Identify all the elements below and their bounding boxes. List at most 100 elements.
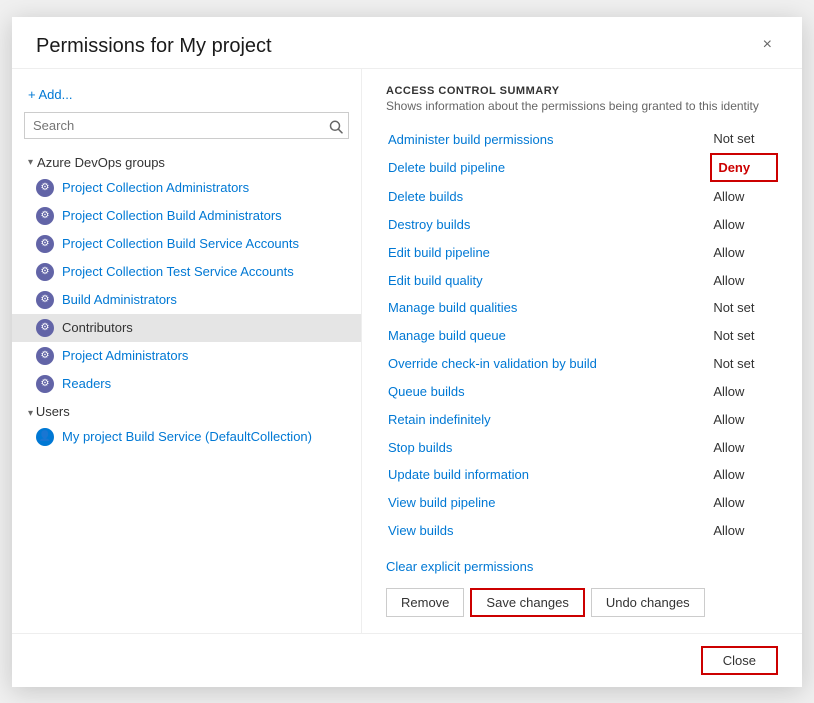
search-container	[12, 112, 361, 149]
group-icon: ⚙	[36, 263, 54, 281]
group-icon: ⚙	[36, 347, 54, 365]
table-row[interactable]: Delete build pipelineDeny	[386, 154, 777, 182]
groups-header-label: Azure DevOps groups	[37, 155, 165, 170]
permission-status: Allow	[711, 489, 777, 517]
permission-status: Not set	[711, 294, 777, 322]
permission-name: Edit build pipeline	[386, 238, 711, 266]
identity-label: My project Build Service (DefaultCollect…	[62, 429, 312, 444]
left-panel: + Add... ▾ Azure DevOps groups ⚙ Project…	[12, 69, 362, 633]
search-icon-button[interactable]	[329, 120, 343, 137]
permission-name: Administer build permissions	[386, 125, 711, 154]
clear-explicit-permissions-link[interactable]: Clear explicit permissions	[386, 559, 778, 574]
access-control-subtitle: Shows information about the permissions …	[386, 99, 778, 113]
table-row[interactable]: Delete buildsAllow	[386, 181, 777, 210]
permissions-table: Administer build permissionsNot setDelet…	[386, 125, 778, 545]
identity-label: Project Collection Build Service Account…	[62, 236, 299, 251]
list-item-build-service[interactable]: 👤 My project Build Service (DefaultColle…	[12, 423, 361, 451]
permission-name: Destroy builds	[386, 211, 711, 239]
permission-status: Allow	[711, 181, 777, 210]
list-item[interactable]: ⚙ Readers	[12, 370, 361, 398]
group-icon: ⚙	[36, 207, 54, 225]
table-row[interactable]: Manage build queueNot set	[386, 322, 777, 350]
table-row[interactable]: Update build informationAllow	[386, 461, 777, 489]
groups-list: ⚙ Project Collection Administrators ⚙ Pr…	[12, 174, 361, 398]
list-item[interactable]: ⚙ Project Collection Administrators	[12, 174, 361, 202]
list-item[interactable]: ⚙ Project Administrators	[12, 342, 361, 370]
permission-status: Not set	[711, 322, 777, 350]
list-item[interactable]: ⚙ Build Administrators	[12, 286, 361, 314]
permission-status: Allow	[711, 377, 777, 405]
dialog-body: + Add... ▾ Azure DevOps groups ⚙ Project…	[12, 69, 802, 633]
group-icon: ⚙	[36, 319, 54, 337]
permission-status: Deny	[711, 154, 777, 182]
users-header-label: Users	[36, 404, 70, 419]
permission-name: View build pipeline	[386, 489, 711, 517]
table-row[interactable]: Stop buildsAllow	[386, 433, 777, 461]
list-item[interactable]: ⚙ Project Collection Build Service Accou…	[12, 230, 361, 258]
permission-name: Retain indefinitely	[386, 405, 711, 433]
identity-label: Project Administrators	[62, 348, 188, 363]
dialog-footer: Close	[12, 633, 802, 687]
identity-label: Build Administrators	[62, 292, 177, 307]
remove-button[interactable]: Remove	[386, 588, 464, 617]
table-row[interactable]: Retain indefinitelyAllow	[386, 405, 777, 433]
dialog-header: Permissions for My project ×	[12, 17, 802, 69]
group-icon: ⚙	[36, 291, 54, 309]
permission-status: Allow	[711, 461, 777, 489]
table-row[interactable]: Queue buildsAllow	[386, 377, 777, 405]
user-icon: 👤	[36, 428, 54, 446]
group-icon: ⚙	[36, 235, 54, 253]
permission-status: Allow	[711, 405, 777, 433]
permission-status: Allow	[711, 433, 777, 461]
table-row[interactable]: View build pipelineAllow	[386, 489, 777, 517]
list-item[interactable]: ⚙ Project Collection Build Administrator…	[12, 202, 361, 230]
permission-name: Queue builds	[386, 377, 711, 405]
identity-label: Contributors	[62, 320, 133, 335]
right-panel: ACCESS CONTROL SUMMARY Shows information…	[362, 69, 802, 633]
add-button[interactable]: + Add...	[12, 83, 361, 112]
table-row[interactable]: Edit build qualityAllow	[386, 266, 777, 294]
permission-status: Allow	[711, 211, 777, 239]
table-row[interactable]: Administer build permissionsNot set	[386, 125, 777, 154]
permission-name: View builds	[386, 517, 711, 545]
chevron-down-icon: ▾	[28, 157, 33, 168]
search-input[interactable]	[24, 112, 349, 139]
permission-name: Override check-in validation by build	[386, 350, 711, 378]
permission-status: Not set	[711, 125, 777, 154]
list-item-contributors[interactable]: ⚙ Contributors	[12, 314, 361, 342]
group-icon: ⚙	[36, 375, 54, 393]
permission-name: Manage build qualities	[386, 294, 711, 322]
table-row[interactable]: Destroy buildsAllow	[386, 211, 777, 239]
access-control-header: ACCESS CONTROL SUMMARY	[386, 85, 778, 97]
table-row[interactable]: Edit build pipelineAllow	[386, 238, 777, 266]
table-row[interactable]: Override check-in validation by buildNot…	[386, 350, 777, 378]
list-item[interactable]: ⚙ Project Collection Test Service Accoun…	[12, 258, 361, 286]
identity-label: Project Collection Administrators	[62, 180, 249, 195]
save-changes-button[interactable]: Save changes	[470, 588, 584, 617]
identity-label: Project Collection Test Service Accounts	[62, 264, 294, 279]
permission-status: Allow	[711, 517, 777, 545]
close-button[interactable]: Close	[701, 646, 778, 675]
permission-name: Update build information	[386, 461, 711, 489]
permission-status: Allow	[711, 266, 777, 294]
search-icon	[329, 120, 343, 134]
permissions-dialog: Permissions for My project × + Add... ▾ …	[12, 17, 802, 687]
table-row[interactable]: Manage build qualitiesNot set	[386, 294, 777, 322]
permission-status: Allow	[711, 238, 777, 266]
azure-devops-groups-header[interactable]: ▾ Azure DevOps groups	[12, 149, 361, 174]
action-buttons: Remove Save changes Undo changes	[386, 588, 778, 617]
permission-name: Delete builds	[386, 181, 711, 210]
identity-label: Readers	[62, 376, 111, 391]
dialog-title: Permissions for My project	[36, 35, 272, 58]
permission-name: Delete build pipeline	[386, 154, 711, 182]
undo-changes-button[interactable]: Undo changes	[591, 588, 705, 617]
permission-name: Manage build queue	[386, 322, 711, 350]
chevron-down-icon: ▾	[28, 408, 36, 419]
users-list: 👤 My project Build Service (DefaultColle…	[12, 423, 361, 451]
users-section-header: ▾ Users	[12, 398, 361, 423]
permission-name: Edit build quality	[386, 266, 711, 294]
close-x-button[interactable]: ×	[757, 35, 778, 55]
identity-label: Project Collection Build Administrators	[62, 208, 282, 223]
table-row[interactable]: View buildsAllow	[386, 517, 777, 545]
group-icon: ⚙	[36, 179, 54, 197]
